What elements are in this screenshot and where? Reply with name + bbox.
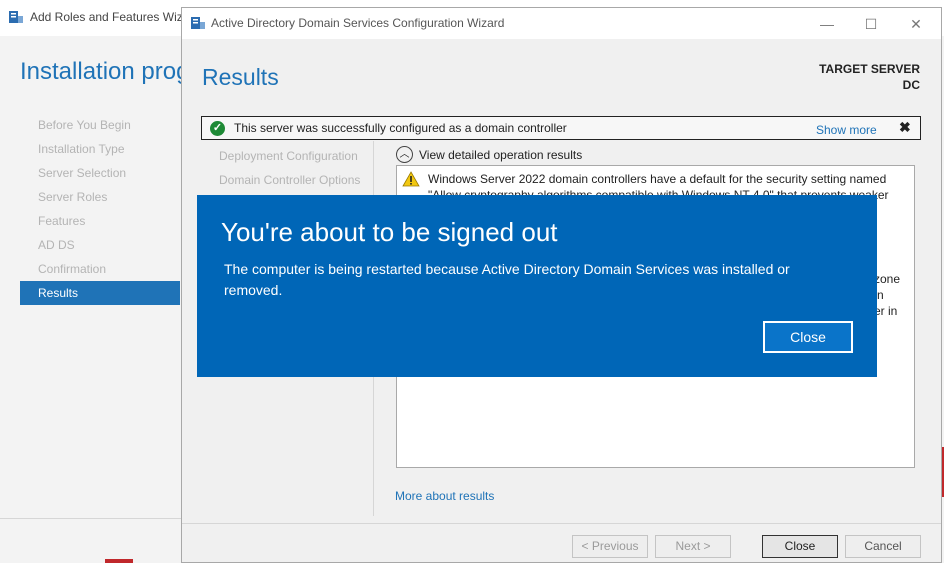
maximize-icon[interactable]: ☐ bbox=[856, 13, 886, 35]
target-server-name: DC bbox=[902, 78, 920, 92]
target-server-label: TARGET SERVER bbox=[819, 62, 920, 76]
add-roles-steps-nav: Before You Begin Installation Type Server … bbox=[20, 113, 180, 305]
nav-step-deployment-configuration[interactable]: Deployment Configuration bbox=[219, 144, 360, 168]
nav-step-confirmation[interactable]: Confirmation bbox=[20, 257, 180, 281]
close-icon[interactable]: ✕ bbox=[901, 13, 931, 35]
nav-step-server-roles[interactable]: Server Roles bbox=[20, 185, 180, 209]
signout-message: The computer is being restarted because … bbox=[224, 261, 790, 298]
show-more-link[interactable]: Show more bbox=[816, 123, 877, 137]
page-title: Results bbox=[202, 64, 279, 90]
nav-step-results[interactable]: Results bbox=[20, 281, 180, 305]
nav-step-domain-controller-options[interactable]: Domain Controller Options bbox=[219, 168, 360, 192]
status-message: This server was successfully configured … bbox=[234, 121, 567, 135]
minimize-icon[interactable]: — bbox=[812, 13, 842, 35]
more-about-results-link[interactable]: More about results bbox=[395, 489, 494, 503]
server-manager-icon bbox=[9, 11, 23, 23]
nav-step-ad-ds[interactable]: AD DS bbox=[20, 233, 180, 257]
server-manager-icon bbox=[191, 17, 205, 29]
wizard-titlebar: Active Directory Domain Services Configu… bbox=[182, 8, 941, 39]
warning-text-fragment: zone bbox=[874, 272, 901, 286]
warning-text-line: Windows Server 2022 domain controllers h… bbox=[428, 172, 887, 186]
nav-step-features[interactable]: Features bbox=[20, 209, 180, 233]
cancel-button[interactable]: Cancel bbox=[845, 535, 921, 558]
previous-button[interactable]: < Previous bbox=[572, 535, 648, 558]
chevron-up-icon[interactable]: ︿ bbox=[396, 146, 413, 163]
warning-text-fragment: n bbox=[877, 288, 884, 302]
nav-step-server-selection[interactable]: Server Selection bbox=[20, 161, 180, 185]
dismiss-notification-icon[interactable]: ✖ bbox=[899, 119, 911, 136]
wizard-title: Active Directory Domain Services Configu… bbox=[211, 16, 505, 30]
warning-text-fragment: er in bbox=[874, 304, 898, 318]
taskbar-accent bbox=[105, 559, 133, 563]
next-button[interactable]: Next > bbox=[655, 535, 731, 558]
nav-step-before-you-begin[interactable]: Before You Begin bbox=[20, 113, 180, 137]
divider bbox=[182, 523, 941, 524]
status-notification-bar: ✓ This server was successfully configure… bbox=[201, 116, 921, 140]
signout-title: You're about to be signed out bbox=[221, 217, 558, 247]
add-roles-title: Add Roles and Features Wizard bbox=[30, 10, 201, 24]
close-button[interactable]: Close bbox=[762, 535, 838, 558]
warning-icon bbox=[402, 171, 420, 187]
signout-close-button[interactable]: Close bbox=[763, 321, 853, 353]
check-circle-icon: ✓ bbox=[210, 121, 225, 136]
view-detailed-results-label[interactable]: View detailed operation results bbox=[419, 148, 582, 162]
divider bbox=[0, 518, 181, 519]
nav-step-installation-type[interactable]: Installation Type bbox=[20, 137, 180, 161]
signout-notification-dialog: You're about to be signed out The comput… bbox=[197, 195, 877, 377]
wizard-steps-nav: Deployment Configuration Domain Controlle… bbox=[219, 144, 360, 192]
